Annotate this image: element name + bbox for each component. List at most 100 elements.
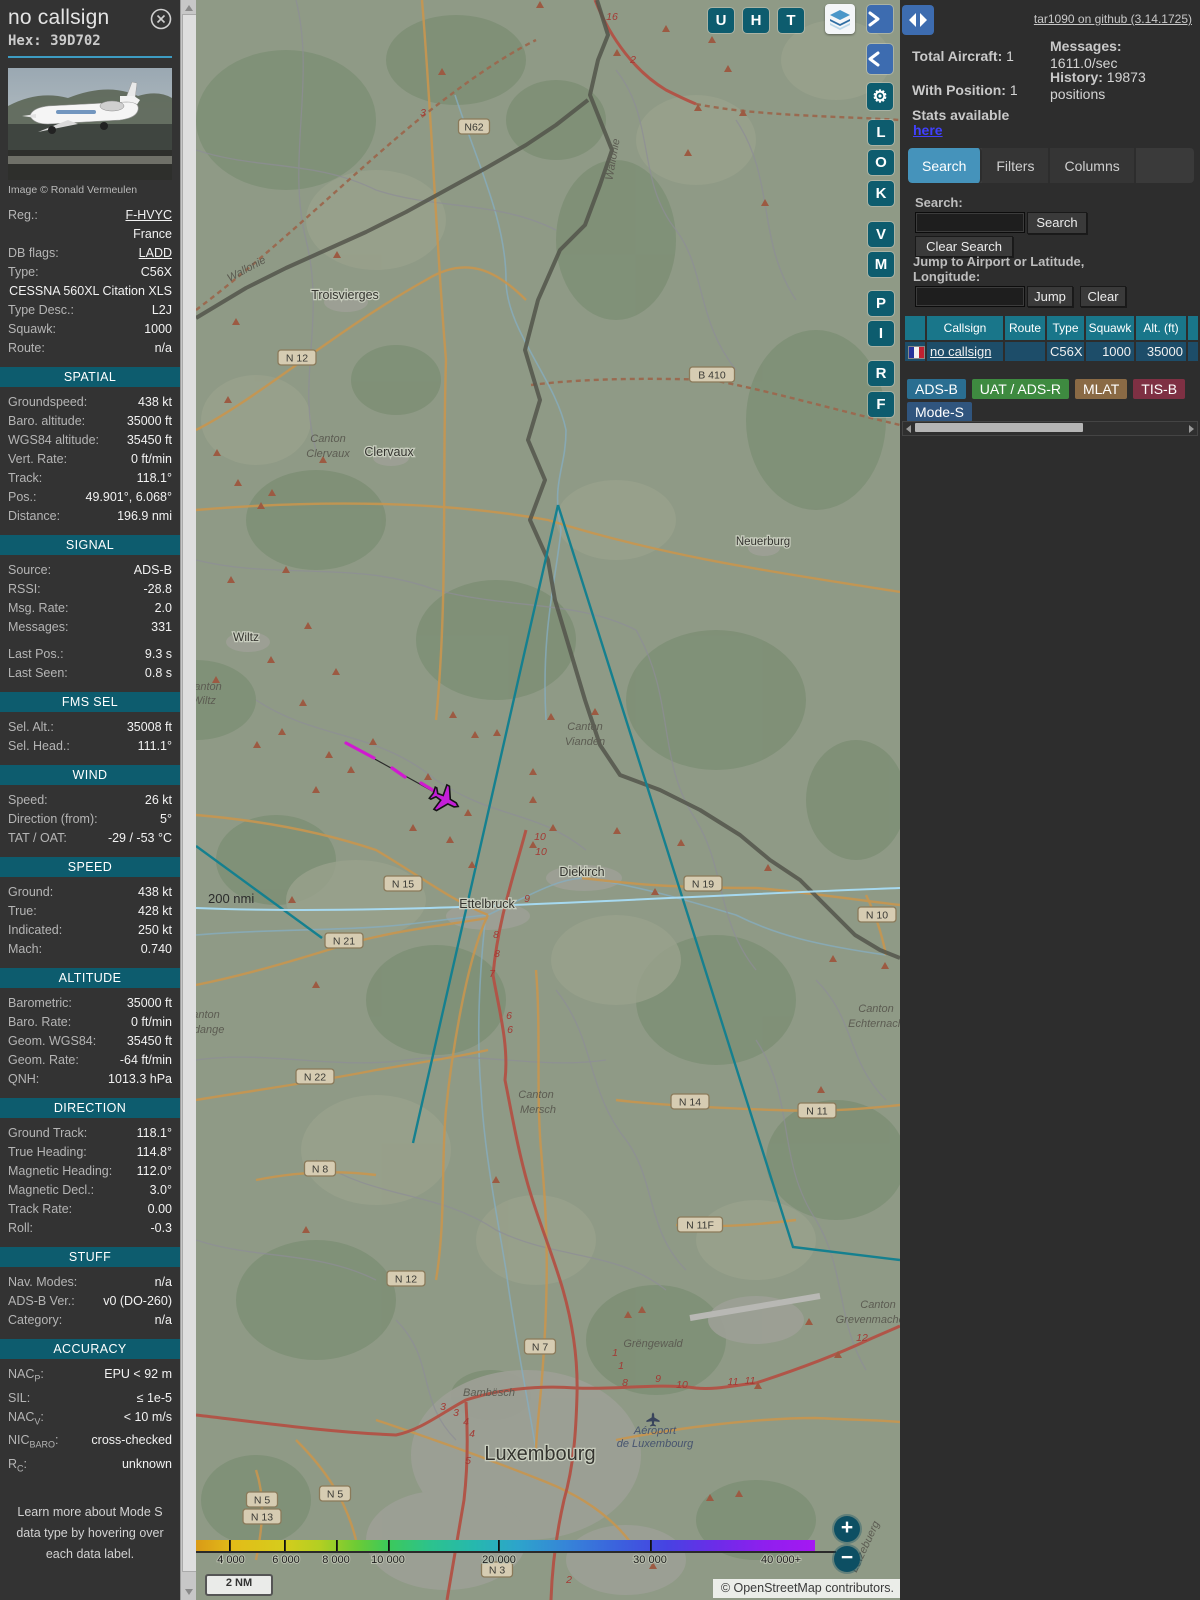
data-label: Indicated: <box>8 923 63 937</box>
map-button-f[interactable]: F <box>868 392 894 417</box>
col-header-Alt. (ft)[interactable]: Alt. (ft) <box>1136 316 1186 340</box>
callsign-link[interactable]: no callsign <box>930 344 991 359</box>
search-input[interactable] <box>915 212 1025 233</box>
jump-input[interactable] <box>915 286 1025 307</box>
map-button-o[interactable]: O <box>868 150 894 175</box>
scroll-up-icon[interactable] <box>185 5 193 11</box>
road-shield: N 5 <box>254 1495 271 1507</box>
map-button-l[interactable]: L <box>868 120 894 145</box>
osm-attribution[interactable]: © OpenStreetMap contributors. <box>712 1579 900 1598</box>
data-row: Barometric: 35000 ft <box>8 994 172 1013</box>
close-icon[interactable] <box>150 8 172 30</box>
data-label: ADS-B Ver.: <box>8 1294 75 1308</box>
data-value: 26 kt <box>144 793 172 807</box>
source-filter-mode-s[interactable]: Mode-S <box>907 402 973 422</box>
map-button-i[interactable]: I <box>868 321 894 346</box>
exit-number: 5 <box>465 1455 471 1467</box>
data-row: True: 428 kt <box>8 902 172 921</box>
clear-button[interactable]: Clear <box>1080 286 1126 307</box>
map-button-r[interactable]: R <box>868 361 894 386</box>
exit-number: 9 <box>655 1373 661 1385</box>
data-value: -0.3 <box>150 1221 172 1235</box>
cell-callsign[interactable]: no callsign <box>927 342 1003 362</box>
area-label: Canton <box>310 433 345 445</box>
hscroll-thumb[interactable] <box>915 423 1083 432</box>
info-value-link[interactable]: F-HVYC <box>38 206 172 225</box>
info-value: CESSNA 560XL Citation XLS <box>9 284 172 298</box>
search-button[interactable]: Search <box>1027 212 1087 234</box>
place-label: Ettelbruck <box>459 897 515 911</box>
exit-number: 8 <box>494 948 500 960</box>
col-header-Type[interactable]: Type <box>1047 316 1084 340</box>
data-label: True Heading: <box>8 1145 87 1159</box>
left-panel-scrollbar[interactable] <box>180 0 197 1600</box>
scroll-down-icon[interactable] <box>185 1589 193 1595</box>
data-value: -28.8 <box>143 582 173 596</box>
col-header-Squawk[interactable]: Squawk <box>1086 316 1134 340</box>
data-row: Magnetic Decl.: 3.0° <box>8 1181 172 1200</box>
scroll-left-icon[interactable] <box>906 425 911 433</box>
exit-number: 12 <box>856 1332 868 1344</box>
settings-gear-icon[interactable]: ⚙ <box>867 83 893 110</box>
scroll-right-icon[interactable] <box>1189 425 1194 433</box>
data-value: 3.0° <box>149 1183 172 1197</box>
map-button-v[interactable]: V <box>868 222 894 247</box>
map[interactable]: WallonieWallonieCantonClervauxCantonWilt… <box>196 0 900 1600</box>
here-link[interactable]: here <box>913 122 943 138</box>
map-button-t[interactable]: T <box>778 8 804 33</box>
data-value: < 10 m/s <box>123 1409 172 1424</box>
map-button-p[interactable]: P <box>868 291 894 316</box>
data-label: RC: <box>8 1456 28 1474</box>
data-value: 35450 ft <box>126 1034 172 1048</box>
info-row: Route: n/a <box>8 339 172 358</box>
source-filter-mlat[interactable]: MLAT <box>1074 379 1128 399</box>
data-row: ADS-B Ver.: v0 (DO-260) <box>8 1292 172 1311</box>
data-value: 118.1° <box>136 1126 172 1140</box>
source-filter-uat-ads-r[interactable]: UAT / ADS-R <box>971 379 1069 399</box>
aircraft-photo[interactable] <box>8 68 172 180</box>
data-value: 35000 ft <box>126 996 172 1010</box>
data-label: Magnetic Heading: <box>8 1164 113 1178</box>
scrollbar-thumb[interactable] <box>182 14 197 1572</box>
info-value: n/a <box>154 341 172 355</box>
info-row: DB flags: LADD <box>8 244 172 263</box>
mode-s-hint: Learn more about Mode S data type by hov… <box>16 1505 164 1561</box>
data-row: Sel. Head.: 111.1° <box>8 737 172 756</box>
tab-search[interactable]: Search <box>908 148 983 183</box>
table-row[interactable]: no callsign C56X 1000 35000 <box>905 342 1198 362</box>
data-row: Ground: 438 kt <box>8 883 172 902</box>
col-header-S[interactable]: S <box>1188 316 1198 340</box>
map-button-k[interactable]: K <box>868 181 894 206</box>
data-label: Msg. Rate: <box>8 601 69 615</box>
jump-button[interactable]: Jump <box>1027 286 1073 307</box>
table-horizontal-scrollbar[interactable] <box>902 421 1198 436</box>
layers-icon[interactable] <box>825 4 855 34</box>
section-header-spatial: SPATIAL <box>0 367 180 387</box>
data-row: Vert. Rate: 0 ft/min <box>8 450 172 469</box>
sidebar-toggle-icon[interactable] <box>902 5 934 35</box>
col-header-Callsign[interactable]: Callsign <box>927 316 1003 340</box>
col-header-flag[interactable] <box>905 316 925 340</box>
tar1090-app: no callsign Hex: 39D702 Image © Ronald V… <box>0 0 1200 1600</box>
data-label: NACP: <box>8 1367 44 1384</box>
road-shield: N 22 <box>304 1072 326 1084</box>
panel-collapse-icon[interactable] <box>867 44 893 74</box>
source-filter-tis-b[interactable]: TIS-B <box>1133 379 1186 399</box>
map-button-m[interactable]: M <box>868 252 894 277</box>
map-button-u[interactable]: U <box>708 8 734 33</box>
info-value-link[interactable]: LADD <box>59 244 172 263</box>
sidebar-expand-icon[interactable] <box>867 5 893 33</box>
zoom-in-button[interactable]: + <box>834 1516 860 1542</box>
col-header-Route[interactable]: Route <box>1005 316 1045 340</box>
github-link[interactable]: tar1090 on github (3.14.1725) <box>1034 12 1192 26</box>
tab-filters[interactable]: Filters <box>982 148 1051 183</box>
zoom-out-button[interactable]: − <box>834 1546 860 1572</box>
data-row: Pos.: 49.901°, 6.068° <box>8 488 172 507</box>
info-row: France <box>8 225 172 244</box>
exit-number: 10 <box>676 1379 688 1391</box>
source-filter-ads-b[interactable]: ADS-B <box>907 379 966 399</box>
map-button-h[interactable]: H <box>743 8 769 33</box>
tab-columns[interactable]: Columns <box>1050 148 1136 183</box>
data-value: cross-checked <box>91 1433 172 1447</box>
right-sidebar: tar1090 on github (3.14.1725) Total Airc… <box>900 0 1200 1600</box>
